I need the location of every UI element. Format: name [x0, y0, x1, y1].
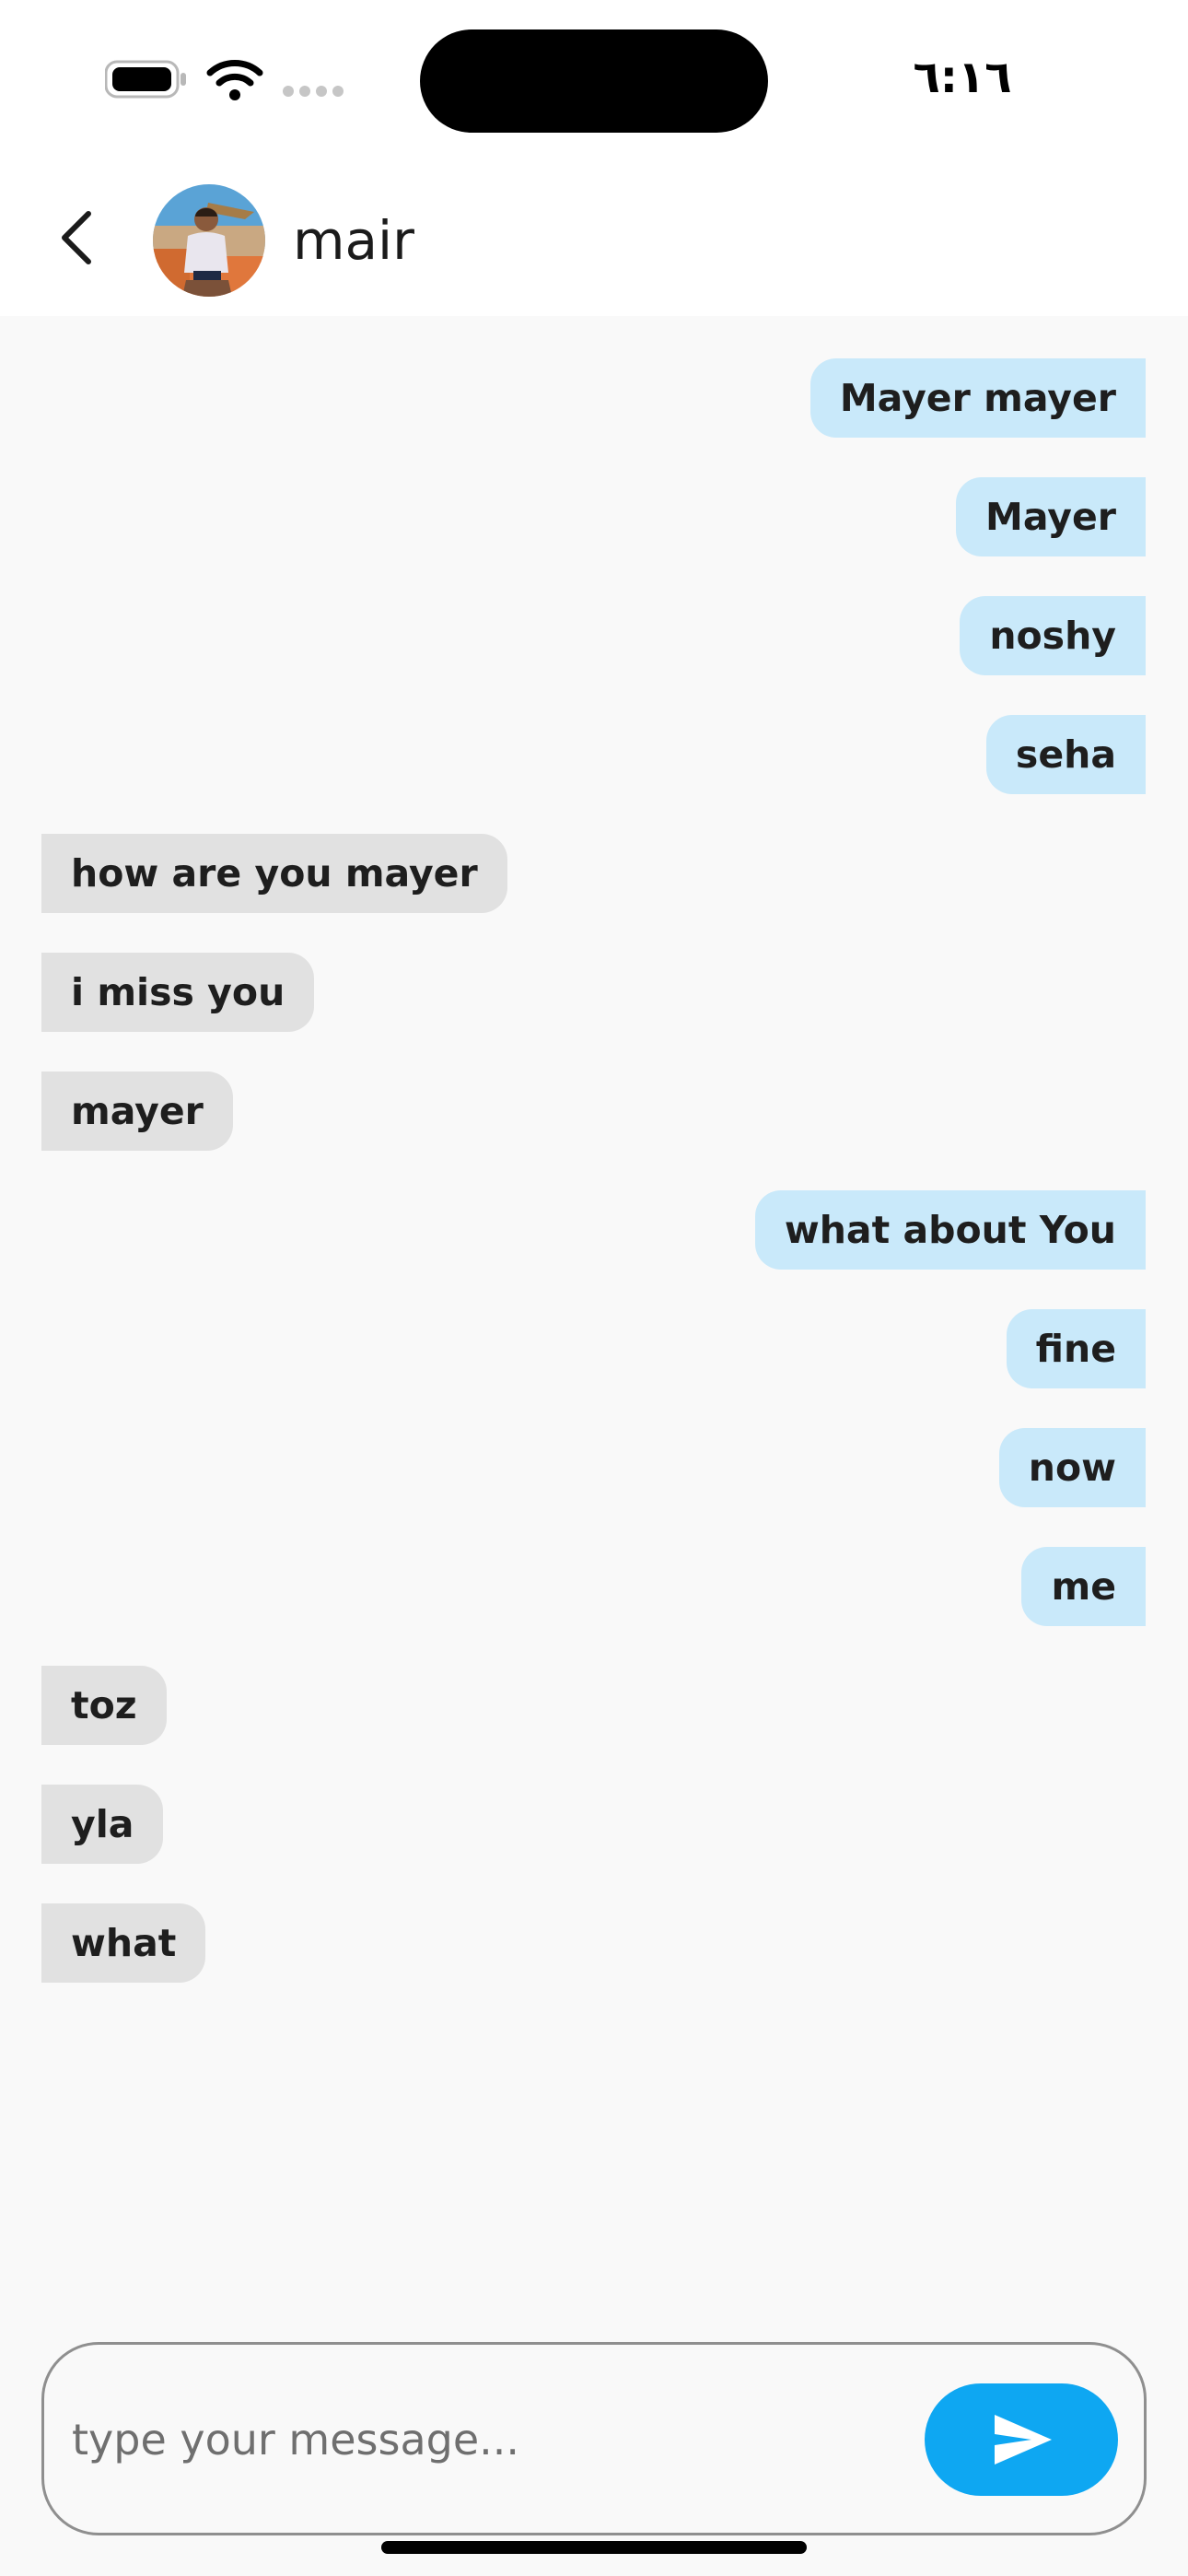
dynamic-island: [420, 29, 768, 133]
message-bubble-incoming[interactable]: how are you mayer: [41, 834, 507, 913]
send-icon: [995, 2415, 1052, 2465]
wifi-icon: [206, 60, 263, 100]
chat-header: mair: [0, 157, 1188, 316]
battery-icon: [105, 60, 186, 99]
message-bubble-outgoing[interactable]: me: [1021, 1547, 1146, 1626]
contact-avatar-photo: [153, 184, 265, 297]
message-bubble-incoming[interactable]: yla: [41, 1785, 164, 1864]
chevron-left-icon: [62, 211, 91, 264]
message-bubble-outgoing[interactable]: seha: [985, 715, 1146, 794]
message-bubble-outgoing[interactable]: fine: [1006, 1309, 1146, 1388]
back-button[interactable]: [44, 203, 114, 273]
message-bubble-outgoing[interactable]: noshy: [960, 596, 1146, 675]
avatar[interactable]: [153, 184, 265, 297]
message-bubble-incoming[interactable]: toz: [41, 1666, 167, 1745]
message-bubble-incoming[interactable]: what: [41, 1903, 206, 1983]
message-bubble-outgoing[interactable]: Mayer mayer: [809, 358, 1146, 438]
message-bubble-incoming[interactable]: mayer: [41, 1071, 233, 1151]
home-indicator: [381, 2541, 807, 2554]
message-bubble-outgoing[interactable]: what about You: [754, 1190, 1146, 1270]
signal-dots-icon: [283, 86, 344, 97]
status-bar: ٦:١٦: [0, 0, 1188, 157]
message-bubble-outgoing[interactable]: Mayer: [956, 477, 1146, 556]
send-button[interactable]: [925, 2383, 1118, 2496]
message-input[interactable]: [72, 2407, 901, 2472]
message-composer: [41, 2342, 1147, 2535]
message-bubble-outgoing[interactable]: now: [998, 1428, 1146, 1507]
message-list[interactable]: Mayer mayer Mayer noshy seha how are you…: [0, 316, 1188, 2324]
message-bubble-incoming[interactable]: i miss you: [41, 953, 315, 1032]
status-time: ٦:١٦: [913, 52, 1012, 103]
contact-name: mair: [293, 209, 415, 272]
